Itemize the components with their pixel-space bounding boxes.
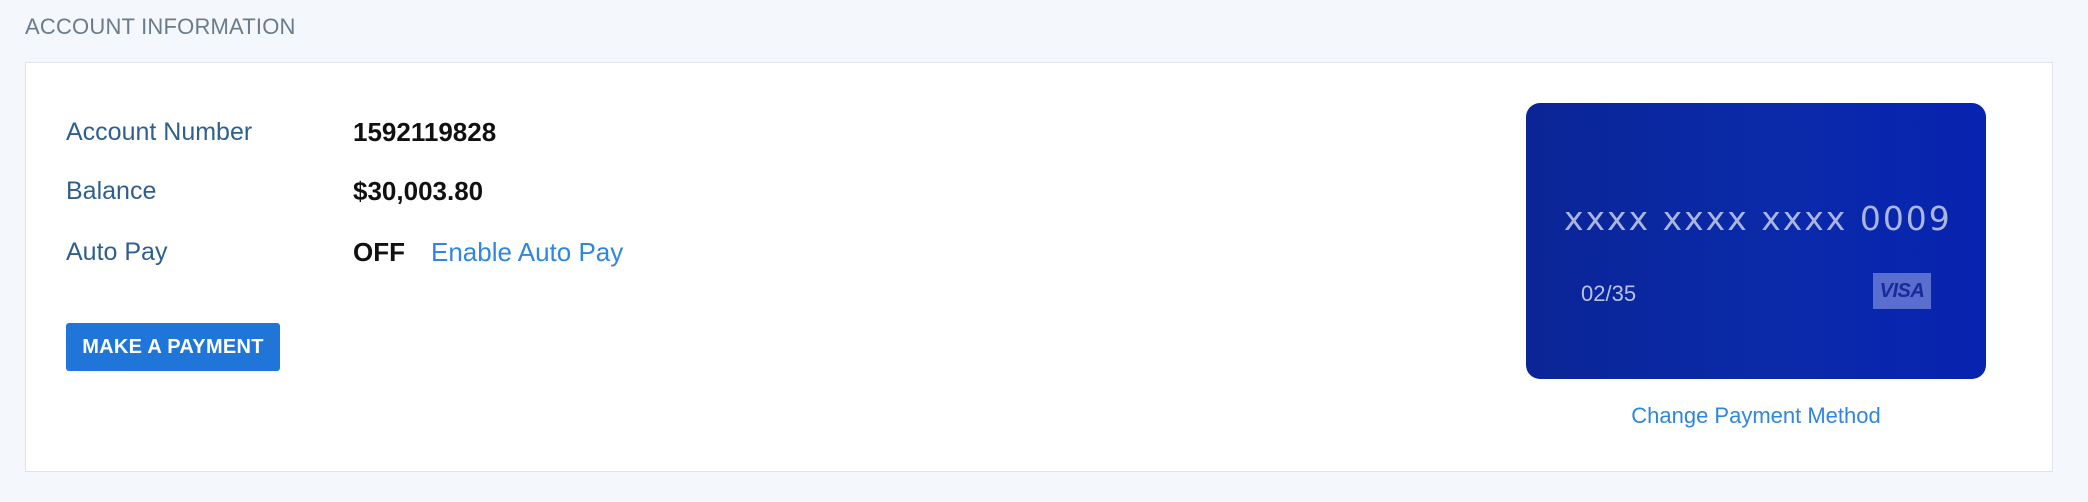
payment-card: xxxx xxxx xxxx 0009 02/35 VISA <box>1526 103 1986 379</box>
enable-autopay-link[interactable]: Enable Auto Pay <box>431 237 623 268</box>
autopay-label: Auto Pay <box>66 237 168 266</box>
visa-logo-icon: VISA <box>1873 273 1931 309</box>
make-payment-button[interactable]: MAKE A PAYMENT <box>66 323 280 371</box>
account-info-panel: Account Number 1592119828 Balance $30,00… <box>25 62 2053 472</box>
balance-value: $30,003.80 <box>353 175 484 206</box>
section-title: ACCOUNT INFORMATION <box>25 14 296 39</box>
account-number-value: 1592119828 <box>353 116 497 147</box>
card-expiry: 02/35 <box>1581 281 1637 306</box>
balance-label: Balance <box>66 176 157 205</box>
autopay-status: OFF <box>353 236 405 267</box>
change-payment-method-link[interactable]: Change Payment Method <box>1526 403 1986 429</box>
account-number-row: Account Number 1592119828 <box>66 112 496 152</box>
card-masked-number: xxxx xxxx xxxx 0009 <box>1564 199 1952 238</box>
account-number-label: Account Number <box>66 117 253 146</box>
autopay-row: Auto Pay OFF Enable Auto Pay <box>66 232 623 272</box>
balance-row: Balance $30,003.80 <box>66 171 483 211</box>
